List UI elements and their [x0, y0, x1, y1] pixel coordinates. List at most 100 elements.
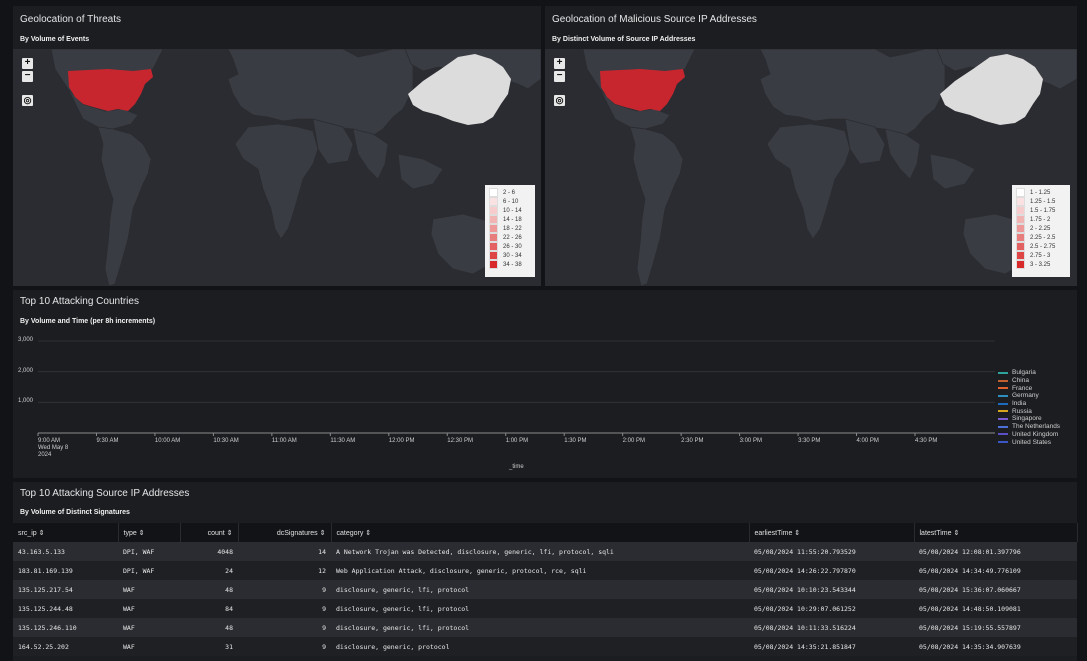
panel-subtitle: By Volume of Distinct Signatures	[20, 509, 130, 516]
legend-label: 2.75 - 3	[1030, 252, 1051, 259]
column-header[interactable]: latestTime ⇕	[914, 523, 1078, 542]
map-legend: 1 - 1.25 1.25 - 1.5 1.5 - 1.75 1.75 - 2 2 - …	[1012, 185, 1070, 277]
legend-swatch	[1016, 197, 1025, 206]
column-header[interactable]: earliestTime ⇕	[749, 523, 915, 542]
legend-swatch	[1016, 251, 1025, 260]
legend-series-name: United States	[1012, 438, 1052, 446]
zoom-out-button[interactable]: −	[554, 71, 565, 82]
table-row[interactable]: 135.125.244.48 WAF 84 9 disclosure, generic,…	[13, 599, 1077, 618]
locate-icon[interactable]: ◎	[554, 95, 565, 106]
x-tick-label: 3:00 PM	[739, 438, 762, 444]
world-map	[582, 49, 1077, 286]
x-axis-label: _time	[509, 464, 524, 470]
column-header[interactable]: category ⇕	[331, 523, 750, 542]
legend-item: 6 - 10	[489, 197, 531, 206]
table-cell: disclosure, generic, lfi, protocol	[331, 580, 749, 599]
x-tick-label: 10:30 AM	[213, 438, 239, 444]
legend-series-name: Singapore	[1012, 415, 1042, 423]
x-tick-label: 4:30 PM	[915, 438, 938, 444]
legend-series-name: Russia	[1012, 407, 1032, 415]
table-row[interactable]: 43.163.5.133 DPI, WAF 4048 14 A Network Troj…	[13, 542, 1077, 561]
table-cell: 05/08/2024 10:11:33.516224	[749, 618, 914, 637]
table-cell: 43.163.5.133	[13, 542, 118, 561]
chart-legend: Bulgaria China France Germany India Russia Sin…	[998, 369, 1060, 446]
legend-label: 2.5 - 2.75	[1030, 243, 1056, 250]
x-tick-label: 11:30 AM	[330, 438, 356, 444]
x-tick-sublabel: Wed May 8	[38, 445, 69, 451]
column-header[interactable]: count ⇕	[180, 523, 239, 542]
table-cell: 9	[238, 580, 331, 599]
locate-icon[interactable]: ◎	[22, 95, 33, 106]
table-row[interactable]: 183.81.169.139 DPI, WAF 24 12 Web Applicatio…	[13, 561, 1077, 580]
table-cell: 05/08/2024 10:10:23.543344	[749, 580, 914, 599]
chart-legend-item[interactable]: Russia	[998, 407, 1060, 415]
table-row[interactable]: 135.125.217.54 WAF 48 9 disclosure, generic,…	[13, 580, 1077, 599]
zoom-out-button[interactable]: −	[22, 71, 33, 82]
line-chart[interactable]	[0, 290, 1087, 480]
source-ip-table: src_ip ⇕ type ⇕ count ⇕ dcSignatures ⇕ categ…	[13, 523, 1078, 656]
x-tick-label: 3:30 PM	[798, 438, 821, 444]
legend-item: 1.75 - 2	[1016, 215, 1066, 224]
legend-line-swatch	[998, 394, 1008, 397]
legend-line-swatch	[998, 371, 1008, 374]
legend-label: 14 - 18	[503, 216, 522, 223]
panel-title: Top 10 Attacking Source IP Addresses	[20, 488, 190, 499]
legend-item: 10 - 14	[489, 206, 531, 215]
zoom-in-button[interactable]: +	[22, 58, 33, 69]
table-cell: DPI, WAF	[118, 561, 180, 580]
legend-swatch	[489, 197, 498, 206]
chart-legend-item[interactable]: Bulgaria	[998, 369, 1060, 377]
table-cell: 12	[238, 561, 331, 580]
legend-label: 30 - 34	[503, 252, 522, 259]
chart-legend-item[interactable]: Germany	[998, 392, 1060, 400]
legend-swatch	[1016, 206, 1025, 215]
chart-legend-item[interactable]: United Kingdom	[998, 431, 1060, 439]
table-cell: 05/08/2024 15:36:07.060667	[914, 580, 1077, 599]
table-cell: 135.125.246.110	[13, 618, 118, 637]
legend-swatch	[489, 233, 498, 242]
table-cell: 9	[238, 618, 331, 637]
legend-item: 1 - 1.25	[1016, 188, 1066, 197]
chart-legend-item[interactable]: Singapore	[998, 415, 1060, 423]
legend-item: 2.75 - 3	[1016, 251, 1066, 260]
legend-label: 18 - 22	[503, 225, 522, 232]
table-cell: WAF	[118, 599, 180, 618]
legend-item: 2.5 - 2.75	[1016, 242, 1066, 251]
chart-legend-item[interactable]: China	[998, 377, 1060, 385]
legend-line-swatch	[998, 441, 1008, 444]
column-header[interactable]: src_ip ⇕	[13, 523, 119, 542]
legend-label: 2 - 2.25	[1030, 225, 1051, 232]
chart-legend-item[interactable]: India	[998, 400, 1060, 408]
table-cell: 48	[180, 618, 238, 637]
zoom-in-button[interactable]: +	[554, 58, 565, 69]
legend-item: 18 - 22	[489, 224, 531, 233]
threat-map[interactable]: + − ◎ 2 - 6 6 - 10 10 - 14 14 - 18 18 - 22 22…	[13, 49, 541, 286]
legend-line-swatch	[998, 433, 1008, 436]
chart-legend-item[interactable]: The Netherlands	[998, 423, 1060, 431]
x-tick-label: 1:00 PM	[505, 438, 529, 444]
legend-swatch	[489, 224, 498, 233]
legend-label: 26 - 30	[503, 243, 522, 250]
table-cell: DPI, WAF	[118, 542, 180, 561]
table-row[interactable]: 164.52.25.202 WAF 31 9 disclosure, generic, …	[13, 637, 1077, 656]
legend-line-swatch	[998, 402, 1008, 405]
malicious-ip-map[interactable]: + − ◎ 1 - 1.25 1.25 - 1.5 1.5 - 1.75 1.75 -…	[545, 49, 1077, 286]
map-panel-malicious-ips: Geolocation of Malicious Source IP Addre…	[545, 6, 1077, 286]
legend-item: 30 - 34	[489, 251, 531, 260]
chart-legend-item[interactable]: France	[998, 384, 1060, 392]
panel-subtitle: By Distinct Volume of Source IP Addresse…	[552, 36, 696, 43]
legend-item: 2 - 2.25	[1016, 224, 1066, 233]
panel-title: Geolocation of Malicious Source IP Addre…	[552, 14, 757, 25]
table-cell: 05/08/2024 14:48:50.109081	[914, 599, 1077, 618]
chart-legend-item[interactable]: United States	[998, 438, 1060, 446]
table-cell: WAF	[118, 637, 180, 656]
table-row[interactable]: 135.125.246.110 WAF 48 9 disclosure, generic…	[13, 618, 1077, 637]
column-header[interactable]: type ⇕	[118, 523, 181, 542]
legend-line-swatch	[998, 417, 1008, 420]
legend-label: 1.25 - 1.5	[1030, 198, 1056, 205]
x-tick-label: 2:00 PM	[622, 438, 646, 444]
column-header[interactable]: dcSignatures ⇕	[238, 523, 332, 542]
legend-label: 1 - 1.25	[1030, 189, 1051, 196]
legend-series-name: Germany	[1012, 392, 1039, 400]
table-cell: WAF	[118, 618, 180, 637]
